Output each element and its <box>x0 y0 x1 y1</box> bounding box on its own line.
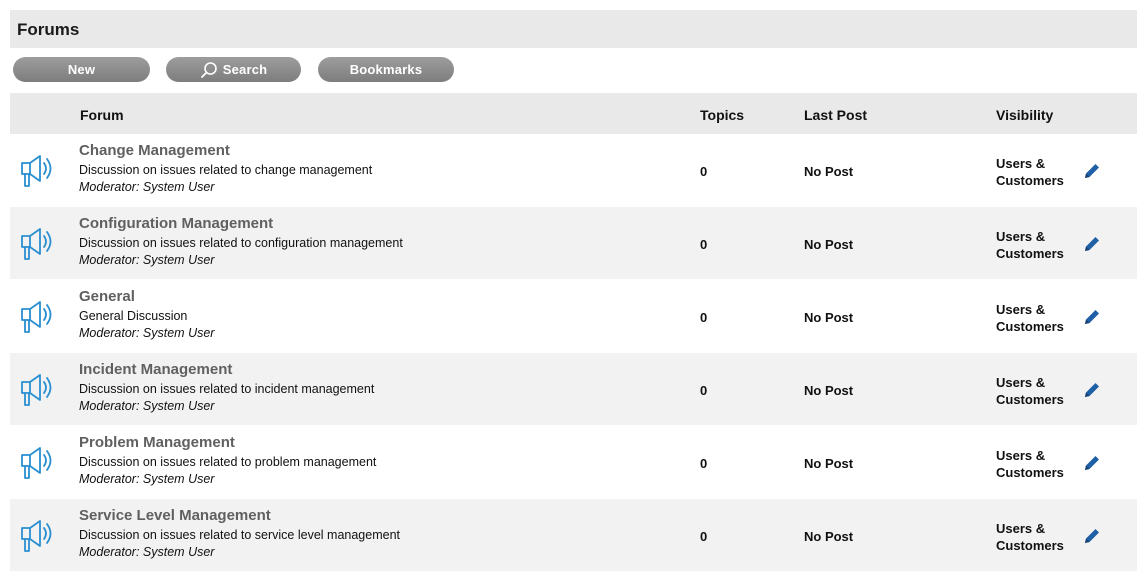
visibility-line-2: Customers <box>996 538 1064 553</box>
megaphone-icon[interactable] <box>20 369 60 409</box>
megaphone-icon[interactable] <box>20 150 60 190</box>
forum-name[interactable]: Service Level Management <box>79 507 271 524</box>
table-body: Change Management Discussion on issues r… <box>10 134 1137 572</box>
column-header-last-post[interactable]: Last Post <box>804 107 867 123</box>
forum-moderator: Moderator: System User <box>79 253 215 267</box>
new-button-label: New <box>67 62 96 77</box>
forum-visibility: Users & Customers <box>996 228 1076 262</box>
megaphone-icon[interactable] <box>20 296 60 336</box>
forum-last-post: No Post <box>804 383 854 398</box>
new-button[interactable]: New <box>13 57 150 82</box>
forums-table: Forum Topics Last Post Visibility Change… <box>10 93 1137 572</box>
table-row[interactable]: Configuration Management Discussion on i… <box>10 207 1137 280</box>
pencil-icon[interactable] <box>1082 307 1102 327</box>
forum-topics-count: 0 <box>700 237 708 252</box>
pencil-icon[interactable] <box>1082 453 1102 473</box>
forum-topics-count: 0 <box>700 456 708 471</box>
visibility-line-1: Users & <box>996 448 1046 463</box>
forum-topics-count: 0 <box>700 383 708 398</box>
pencil-icon[interactable] <box>1082 526 1102 546</box>
forum-moderator: Moderator: System User <box>79 545 215 559</box>
forum-name[interactable]: Change Management <box>79 142 230 159</box>
forum-name[interactable]: Problem Management <box>79 434 235 451</box>
visibility-line-2: Customers <box>996 392 1064 407</box>
forum-description: General Discussion <box>79 309 188 323</box>
bookmarks-button-label: Bookmarks <box>349 62 423 77</box>
column-header-forum[interactable]: Forum <box>80 107 124 123</box>
pencil-icon[interactable] <box>1082 161 1102 181</box>
pencil-icon[interactable] <box>1082 234 1102 254</box>
forum-name[interactable]: General <box>79 288 135 305</box>
table-row[interactable]: General General Discussion Moderator: Sy… <box>10 280 1137 353</box>
forum-last-post: No Post <box>804 164 854 179</box>
visibility-line-1: Users & <box>996 521 1046 536</box>
visibility-line-2: Customers <box>996 246 1064 261</box>
forum-description: Discussion on issues related to service … <box>79 528 400 542</box>
table-header: Forum Topics Last Post Visibility <box>10 93 1137 134</box>
pencil-icon[interactable] <box>1082 380 1102 400</box>
bookmarks-button[interactable]: Bookmarks <box>318 57 454 82</box>
column-header-visibility[interactable]: Visibility <box>996 107 1053 123</box>
forum-description: Discussion on issues related to configur… <box>79 236 403 250</box>
forum-visibility: Users & Customers <box>996 447 1076 481</box>
column-header-topics[interactable]: Topics <box>700 107 744 123</box>
forum-visibility: Users & Customers <box>996 155 1076 189</box>
forum-visibility: Users & Customers <box>996 374 1076 408</box>
forum-moderator: Moderator: System User <box>79 326 215 340</box>
table-row[interactable]: Change Management Discussion on issues r… <box>10 134 1137 207</box>
megaphone-icon[interactable] <box>20 515 60 555</box>
forum-visibility: Users & Customers <box>996 301 1076 335</box>
forum-visibility: Users & Customers <box>996 520 1076 554</box>
megaphone-icon[interactable] <box>20 442 60 482</box>
forum-name[interactable]: Configuration Management <box>79 215 273 232</box>
visibility-line-2: Customers <box>996 173 1064 188</box>
forum-moderator: Moderator: System User <box>79 399 215 413</box>
table-row[interactable]: Incident Management Discussion on issues… <box>10 353 1137 426</box>
page-header: Forums <box>10 10 1137 48</box>
table-row[interactable]: Problem Management Discussion on issues … <box>10 426 1137 499</box>
visibility-line-2: Customers <box>996 465 1064 480</box>
forum-last-post: No Post <box>804 237 854 252</box>
visibility-line-1: Users & <box>996 375 1046 390</box>
forum-topics-count: 0 <box>700 164 708 179</box>
forum-topics-count: 0 <box>700 529 708 544</box>
forum-description: Discussion on issues related to incident… <box>79 382 375 396</box>
forum-name[interactable]: Incident Management <box>79 361 232 378</box>
forum-moderator: Moderator: System User <box>79 472 215 486</box>
visibility-line-2: Customers <box>996 319 1064 334</box>
forum-last-post: No Post <box>804 310 854 325</box>
search-icon <box>200 61 217 78</box>
forum-description: Discussion on issues related to problem … <box>79 455 377 469</box>
search-button[interactable]: Search <box>166 57 301 82</box>
forum-moderator: Moderator: System User <box>79 180 215 194</box>
forum-last-post: No Post <box>804 529 854 544</box>
megaphone-icon[interactable] <box>20 223 60 263</box>
page-title: Forums <box>17 20 80 39</box>
visibility-line-1: Users & <box>996 229 1046 244</box>
forum-topics-count: 0 <box>700 310 708 325</box>
visibility-line-1: Users & <box>996 302 1046 317</box>
visibility-line-1: Users & <box>996 156 1046 171</box>
search-button-label: Search <box>222 62 268 77</box>
forum-description: Discussion on issues related to change m… <box>79 163 373 177</box>
forum-last-post: No Post <box>804 456 854 471</box>
table-row[interactable]: Service Level Management Discussion on i… <box>10 499 1137 572</box>
